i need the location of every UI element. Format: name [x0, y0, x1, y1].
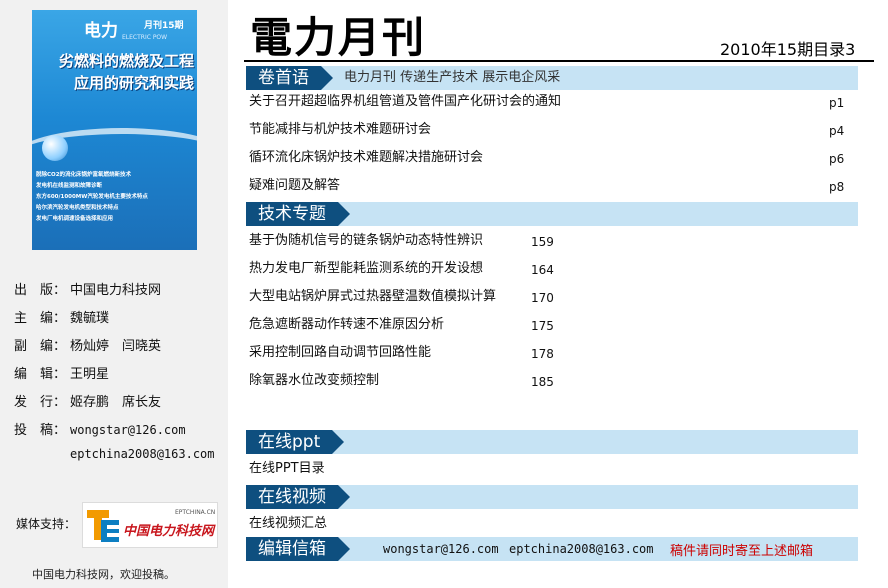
section-preface-title: 卷首语 — [246, 66, 333, 90]
toc-item-page: 159 — [531, 235, 554, 249]
media-partner-logo[interactable]: EPTCHINA.CN 中国电力科技网 — [82, 502, 218, 548]
te-logo-icon — [87, 510, 119, 542]
toc-item-link[interactable]: 节能减排与机炉技术难题研讨会 — [249, 121, 431, 139]
magazine-title: 電力月刊 — [250, 13, 427, 62]
contact-email-2[interactable]: eptchina2008@163.com — [509, 542, 654, 556]
info-editor: 编 辑： 王明星 — [14, 363, 109, 382]
toc-item-link[interactable]: 基于伪随机信号的链条锅炉动态特性辨识 — [249, 232, 483, 250]
toc-item-page: p1 — [829, 96, 845, 110]
cover-article-line: 发电机在线监测和故障诊断 — [36, 183, 103, 189]
toc-item-page: p8 — [829, 180, 845, 194]
issue-label: 2010年15期目录3 — [720, 40, 856, 59]
toc-item-link[interactable]: 疑难问题及解答 — [249, 177, 340, 195]
section-ppt-title: 在线ppt — [246, 430, 345, 454]
toc-item-link[interactable]: 循环流化床锅炉技术难题解决措施研讨会 — [249, 149, 483, 167]
section-video-title: 在线视频 — [246, 485, 350, 509]
info-label: 发 行： — [14, 395, 67, 410]
submission-email-1[interactable]: wongstar@126.com — [70, 423, 186, 437]
toc-item-page: 170 — [531, 291, 554, 305]
toc-item-page: 175 — [531, 319, 554, 333]
contact-email-1[interactable]: wongstar@126.com — [383, 542, 499, 556]
cover-brand: 电力 — [84, 21, 118, 41]
media-support-label: 媒体支持： — [16, 517, 77, 531]
info-label: 主 编： — [14, 311, 67, 326]
left-sidebar: 电力 月刊15期 ELECTRIC POW 劣燃料的燃烧及工程 应用的研究和实践… — [0, 0, 228, 588]
info-label: 出 版： — [14, 283, 67, 298]
info-submission-2: eptchina2008@163.com — [70, 447, 215, 462]
info-value: 魏毓璞 — [70, 311, 110, 326]
section-preface-header: 卷首语 电力月刊 传递生产技术 展示电企风采 — [246, 66, 858, 90]
info-distribution: 发 行： 姬存鹏 席长友 — [14, 391, 161, 410]
section-video-header: 在线视频 — [246, 485, 858, 509]
section-contact-title: 编辑信箱 — [246, 537, 350, 561]
cover-article-list: 脱除CO2的流化床锅炉富氧燃烧新技术 发电机在线监测和故障诊断 东方600/10… — [36, 170, 196, 225]
toc-item-page: p6 — [829, 152, 845, 166]
cover-article-line: 哈尔滨汽轮发电机类型和技术特点 — [36, 205, 119, 211]
section-preface-slogan: 电力月刊 传递生产技术 展示电企风采 — [344, 70, 561, 85]
submission-email-2[interactable]: eptchina2008@163.com — [70, 447, 215, 461]
toc-item-link[interactable]: 热力发电厂新型能耗监测系统的开发设想 — [249, 260, 483, 278]
info-label: 副 编： — [14, 339, 67, 354]
toc-item-link[interactable]: 危急遮断器动作转速不准原因分析 — [249, 316, 444, 334]
cover-article-line: 脱除CO2的流化床锅炉富氧燃烧新技术 — [36, 172, 132, 178]
cover-headline-2: 应用的研究和实践 — [73, 74, 194, 92]
info-editor-in-chief: 主 编： 魏毓璞 — [14, 307, 109, 326]
toc-item-link[interactable]: 采用控制回路自动调节回路性能 — [249, 344, 431, 362]
toc-item-link[interactable]: 大型电站锅炉屏式过热器壁温数值模拟计算 — [249, 288, 496, 306]
contact-note: 稿件请同时寄至上述邮箱 — [670, 544, 814, 559]
cover-headline: 劣燃料的燃烧及工程 应用的研究和实践 — [34, 50, 194, 94]
cover-globe-icon — [42, 135, 68, 161]
info-publisher: 出 版： 中国电力科技网 — [14, 279, 161, 298]
magazine-cover-image[interactable]: 电力 月刊15期 ELECTRIC POW 劣燃料的燃烧及工程 应用的研究和实践… — [32, 10, 197, 250]
info-value: 杨灿婷 闫晓英 — [70, 339, 162, 354]
toc-item-page: 178 — [531, 347, 554, 361]
logo-text: 中国电力科技网 — [123, 524, 215, 539]
toc-item-link[interactable]: 关于召开超超临界机组管道及管件国产化研讨会的通知 — [249, 93, 561, 111]
info-deputy-editor: 副 编： 杨灿婷 闫晓英 — [14, 335, 161, 354]
section-tech-header: 技术专题 — [246, 202, 858, 226]
section-ppt-header: 在线ppt — [246, 430, 858, 454]
header-divider — [244, 60, 874, 62]
ppt-catalog-link[interactable]: 在线PPT目录 — [249, 460, 325, 478]
info-value: 姬存鹏 席长友 — [70, 395, 162, 410]
video-summary-link[interactable]: 在线视频汇总 — [249, 515, 327, 533]
toc-item-page: p4 — [829, 124, 845, 138]
info-submission: 投 稿： wongstar@126.com — [14, 419, 186, 438]
info-label: 投 稿： — [14, 423, 67, 438]
cover-headline-1: 劣燃料的燃烧及工程 — [58, 52, 194, 70]
cover-article-line: 发电厂电机调速设备选择和应用 — [36, 216, 114, 222]
logo-small-text: EPTCHINA.CN — [175, 509, 216, 516]
info-value: 中国电力科技网 — [70, 283, 162, 298]
info-value: 王明星 — [70, 367, 110, 382]
toc-item-page: 164 — [531, 263, 554, 277]
toc-item-page: 185 — [531, 375, 554, 389]
section-tech-title: 技术专题 — [246, 202, 350, 226]
toc-item-link[interactable]: 除氧器水位改变频控制 — [249, 372, 379, 390]
cover-issue: 月刊15期 — [144, 21, 184, 31]
footer-note: 中国电力科技网，欢迎投稿。 — [32, 568, 175, 581]
info-label: 编 辑： — [14, 367, 67, 382]
cover-article-line: 东方600/1000MW汽轮发电机主要技术特点 — [36, 194, 148, 200]
cover-subtitle: ELECTRIC POW — [122, 34, 168, 41]
